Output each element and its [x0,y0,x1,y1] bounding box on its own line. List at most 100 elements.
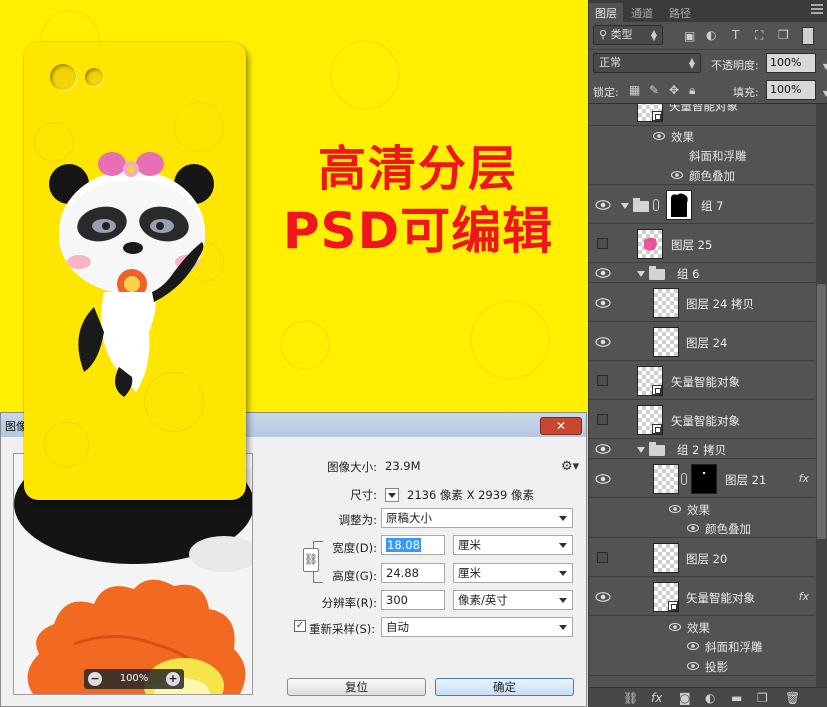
width-input[interactable]: 18.08 [381,535,445,555]
effect-row[interactable]: 斜面和浮雕 [589,637,815,656]
fx-icon[interactable]: fx [799,590,809,603]
trash-icon[interactable]: 🗑︎ [785,691,800,705]
add-style-icon[interactable]: fx [651,691,662,705]
background-swirl [330,40,400,110]
visibility-toggle[interactable] [597,414,608,425]
expand-triangle-icon[interactable] [637,271,645,277]
layer-row-20[interactable]: 图层 20 [589,539,815,577]
layers-scrollbar[interactable] [816,104,827,687]
group-row-7[interactable]: 组 7 [589,186,815,224]
eye-icon[interactable] [669,623,681,631]
eye-icon[interactable] [595,474,611,484]
tab-paths[interactable]: 路径 [669,5,691,21]
eye-icon[interactable] [595,298,611,308]
type-filter-icon[interactable]: T [732,28,739,42]
resolution-unit-select[interactable]: 像素/英寸 [453,590,573,610]
eye-icon[interactable] [595,200,611,210]
filter-kind-select[interactable]: ⚲ 类型 ▲ ▼ [593,25,663,45]
effect-row[interactable]: 斜面和浮雕 [589,146,815,165]
layer-row-25[interactable]: 图层 25 [589,225,815,263]
effect-row[interactable]: 效果 [589,499,815,519]
height-unit-select[interactable]: 厘米 [453,563,573,583]
panel-menu-icon[interactable] [811,4,823,18]
chevron-down-icon: ▼ [822,89,827,98]
eye-icon[interactable] [687,524,699,532]
eye-icon[interactable] [595,337,611,347]
eye-icon[interactable] [669,505,681,513]
layer-name: 图层 24 拷贝 [686,297,754,311]
fit-to-value: 原稿大小 [386,511,432,525]
lock-transparency-icon[interactable]: ▦ [629,83,640,97]
eye-icon[interactable] [687,642,699,650]
resolution-input[interactable]: 300 [381,590,445,610]
layer-list[interactable]: 矢量智能对象 效果 斜面和浮雕 颜色叠加 组 7 图层 25 组 6 图层 24… [589,104,815,687]
ok-button[interactable]: 确定 [435,678,574,696]
fit-to-select[interactable]: 原稿大小 [381,508,573,528]
shape-filter-icon[interactable]: ⛶ [755,28,763,43]
lock-icon[interactable]: 🔒︎ [689,83,695,98]
eye-icon[interactable] [595,268,611,278]
layer-name: 矢量智能对象 [671,375,740,389]
resample-select[interactable]: 自动 [381,617,573,637]
promo-text: 高清分层 PSD可编辑 [268,143,568,259]
width-unit-select[interactable]: 厘米 [453,535,573,555]
effect-row[interactable]: 投影 [589,656,815,676]
chevron-down-icon [388,493,396,498]
eye-icon[interactable] [595,592,611,602]
layer-thumbnail [637,104,663,122]
smart-filter-icon[interactable]: ❐ [778,28,789,42]
smart-object-row[interactable]: 矢量智能对象 [589,401,815,439]
fx-icon[interactable]: fx [799,472,809,485]
new-group-icon[interactable]: ▬ [731,691,742,705]
adjustment-filter-icon[interactable]: ◐ [706,28,716,42]
eye-icon[interactable] [653,132,665,140]
layer-row[interactable]: 矢量智能对象 [589,104,815,126]
layer-row-24[interactable]: 图层 24 [589,323,815,361]
add-mask-icon[interactable]: ◙ [679,691,691,705]
eye-icon[interactable] [595,444,611,454]
scrollbar-thumb[interactable] [817,284,826,539]
smart-object-row[interactable]: 矢量智能对象 [589,362,815,400]
effect-row[interactable]: 颜色叠加 [589,165,815,185]
image-size-value: 23.9M [385,459,421,473]
pixel-filter-icon[interactable]: ▣ [684,29,695,43]
adjustment-layer-icon[interactable]: ◐ [705,691,715,705]
dimensions-dropdown-toggle[interactable] [385,488,399,502]
expand-triangle-icon[interactable] [637,447,645,453]
fill-value: 100% [770,83,802,96]
visibility-toggle[interactable] [597,375,608,386]
zoom-in-button[interactable]: + [166,672,180,686]
new-layer-icon[interactable]: ❐ [757,691,768,705]
smart-object-row[interactable]: 矢量智能对象 fx [589,578,815,616]
reset-button[interactable]: 复位 [287,678,426,696]
tab-channels[interactable]: 通道 [631,5,653,21]
link-layers-icon[interactable]: ⛓ [623,691,638,705]
opacity-input[interactable]: 100% ▼ [766,53,827,73]
effect-row[interactable]: 颜色叠加 [589,519,815,538]
lock-position-icon[interactable]: ✥ [669,83,679,97]
blend-mode-select[interactable]: 正常 ▲ ▼ [593,53,701,73]
visibility-toggle[interactable] [597,552,608,563]
layer-row-21[interactable]: 图层 21 fx [589,460,815,498]
layers-panel: 图层 通道 路径 ⚲ 类型 ▲ ▼ ▣ ◐ T ⛶ ❐ 正常 ▲ ▼ 不透明度: 1… [588,0,827,707]
close-button[interactable]: ✕ [540,417,582,435]
group-row-2-copy[interactable]: 组 2 拷贝 [589,440,815,459]
visibility-toggle[interactable] [597,238,608,249]
eye-icon[interactable] [687,662,699,670]
panel-footer: ⛓ fx ◙ ◐ ▬ ❐ 🗑︎ [589,687,827,707]
gear-icon[interactable]: ⚙▾ [561,459,579,474]
resample-checkbox[interactable]: ✓ [294,620,306,632]
group-row-6[interactable]: 组 6 [589,264,815,283]
lock-brush-icon[interactable]: ✎ [649,83,659,97]
opacity-label: 不透明度: [711,59,759,72]
eye-icon[interactable] [671,171,683,179]
fill-input[interactable]: 100% ▼ [766,80,827,100]
effect-label: 斜面和浮雕 [705,640,763,654]
effect-row[interactable]: 效果 [589,126,815,146]
height-input[interactable]: 24.88 [381,563,445,583]
effect-row[interactable]: 效果 [589,617,815,637]
filter-toggle[interactable] [802,27,814,45]
layer-thumbnail [653,288,679,318]
layer-row-24-copy[interactable]: 图层 24 拷贝 [589,284,815,322]
expand-triangle-icon[interactable] [621,203,629,209]
